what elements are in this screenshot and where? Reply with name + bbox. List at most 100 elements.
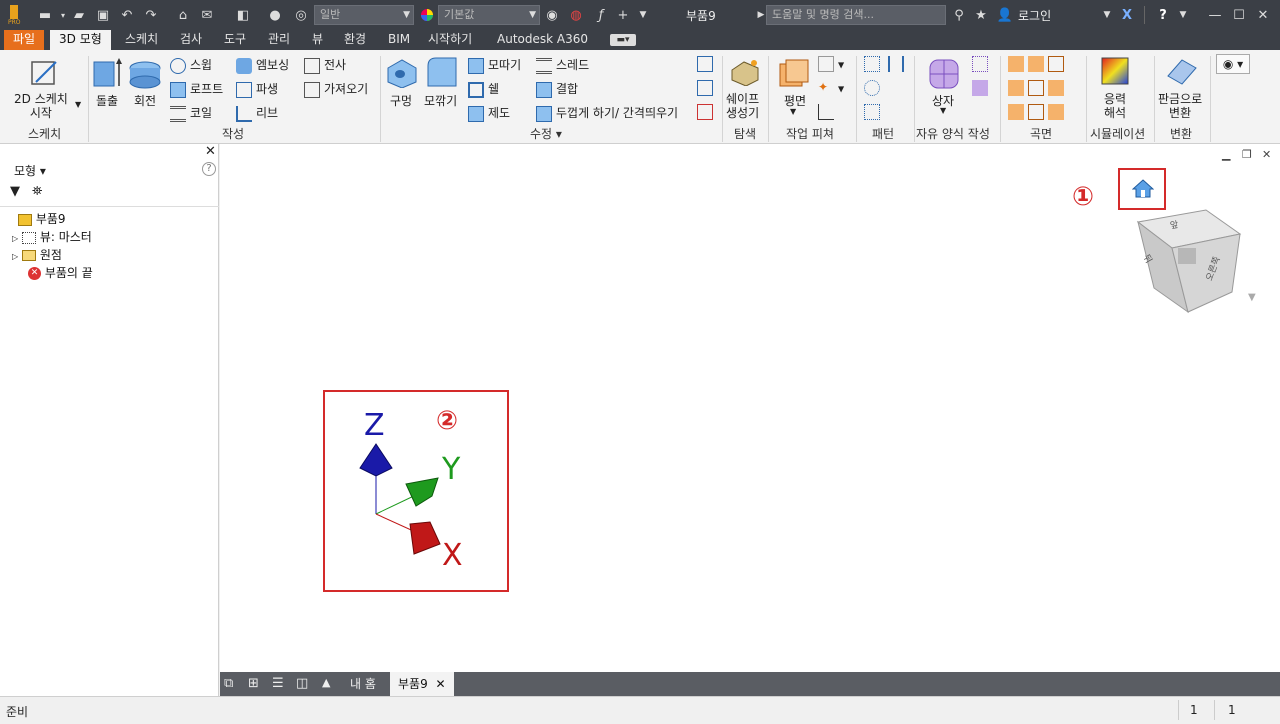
extrude-button[interactable]: 돌출	[96, 92, 118, 109]
circular-pattern-icon[interactable]	[864, 80, 884, 96]
viewport-minimize-icon[interactable]: ▁	[1222, 148, 1230, 161]
tab-get-started[interactable]: 시작하기	[419, 30, 481, 50]
delete-face-icon[interactable]	[697, 104, 717, 120]
update-icon[interactable]: ✉	[198, 6, 216, 24]
sketch-pattern-icon[interactable]	[864, 104, 884, 120]
binoculars-icon[interactable]: ⚲	[950, 6, 968, 24]
cascade-windows-icon[interactable]: ⧉	[224, 676, 233, 691]
select-icon[interactable]: ◧	[234, 6, 252, 24]
exchange-apps-icon[interactable]: X	[1118, 6, 1136, 24]
tab-inspect[interactable]: 검사	[171, 30, 211, 50]
tab-sketch[interactable]: 스케치	[116, 30, 167, 50]
tree-item-origin[interactable]: ▷ 원점	[12, 246, 62, 263]
mirror-icon[interactable]	[888, 56, 908, 72]
draft-button[interactable]: 제도	[468, 104, 510, 122]
maximize-icon[interactable]: ☐	[1230, 6, 1248, 24]
thicken-offset-button[interactable]: 두껍게 하기/ 간격띄우기	[536, 104, 678, 122]
loft-button[interactable]: 로프트	[170, 80, 223, 98]
panel-toggle-icon[interactable]: ▬▾	[610, 34, 636, 46]
appearance-override-icon[interactable]: ◉	[543, 6, 561, 24]
rib-button[interactable]: 리브	[236, 104, 278, 122]
coil-button[interactable]: 코일	[170, 104, 212, 122]
sweep-button[interactable]: 스윕	[170, 56, 212, 74]
tab-my-home[interactable]: 내 홈	[342, 672, 384, 696]
color-tool-icon[interactable]: ●	[266, 6, 284, 24]
emboss-button[interactable]: 엠보싱	[236, 56, 289, 74]
decal-button[interactable]: 전사	[304, 56, 346, 74]
home-icon[interactable]: ⌂	[174, 6, 192, 24]
login-label[interactable]: 로그인	[1018, 7, 1051, 24]
viewport-restore-icon[interactable]: ❐	[1242, 148, 1252, 161]
save-icon[interactable]: ▣	[94, 6, 112, 24]
style-combo[interactable]: 일반 ▼	[314, 5, 414, 25]
tree-item-part[interactable]: 부품9	[18, 210, 66, 227]
favorite-star-icon[interactable]: ★	[972, 6, 990, 24]
viewport-close-icon[interactable]: ✕	[1262, 148, 1271, 161]
plane-dropdown-icon[interactable]: ▼	[790, 107, 796, 116]
tile-windows-icon[interactable]: ⊞	[248, 676, 259, 691]
expand-icon[interactable]: ▷	[12, 234, 18, 243]
convert-freeform-icon[interactable]	[972, 80, 992, 96]
customize-dropdown-icon[interactable]: ▼	[634, 6, 652, 24]
edit-form-icon[interactable]	[972, 56, 992, 72]
box-dropdown-icon[interactable]: ▼	[940, 106, 946, 115]
fillet-button[interactable]: 모깎기	[424, 92, 457, 109]
appearance-icon[interactable]: ◎	[292, 6, 310, 24]
inventor-pro-icon[interactable]: PRO	[6, 5, 22, 25]
tab-close-icon[interactable]: ✕	[436, 677, 446, 691]
shell-button[interactable]: 쉘	[468, 80, 499, 98]
redo-icon[interactable]: ↷	[142, 6, 160, 24]
help-icon[interactable]: ?	[1154, 6, 1172, 24]
tab-view[interactable]: 뷰	[303, 30, 332, 50]
help-search-input[interactable]: 도움말 및 명령 검색...	[766, 5, 946, 25]
fx-icon[interactable]: ƒ	[592, 6, 610, 24]
import-button[interactable]: 가져오기	[304, 80, 368, 98]
surface-icons-row3[interactable]	[1008, 104, 1068, 120]
viewcube[interactable]: 앞 오른쪽 뒤	[1136, 208, 1242, 317]
tree-item-view-master[interactable]: ▷ 뷰: 마스터	[12, 228, 92, 245]
tab-3d-model[interactable]: 3D 모형	[50, 30, 111, 50]
material-combo[interactable]: 기본값 ▼	[438, 5, 540, 25]
tab-environments[interactable]: 환경	[335, 30, 375, 50]
login-dropdown-icon[interactable]: ▼	[1098, 6, 1116, 24]
tab-tools[interactable]: 도구	[215, 30, 255, 50]
browser-help-icon[interactable]: ?	[202, 162, 216, 176]
shape-generator-button[interactable]: 쉐이프 생성기	[726, 92, 759, 120]
tab-file[interactable]: 파일	[4, 30, 45, 50]
start-2d-sketch-button[interactable]: 2D 스케치 시작	[14, 92, 68, 120]
tab-manage[interactable]: 관리	[259, 30, 299, 50]
surface-icons-row2[interactable]	[1008, 80, 1068, 96]
tab-a360[interactable]: Autodesk A360	[488, 30, 597, 50]
tab-part9[interactable]: 부품9 ✕	[390, 672, 454, 696]
hole-button[interactable]: 구멍	[390, 92, 412, 109]
revolve-button[interactable]: 회전	[134, 92, 156, 109]
sketch-dropdown-icon[interactable]: ▼	[75, 100, 81, 109]
rectangular-pattern-icon[interactable]	[864, 56, 884, 72]
convert-to-sheet-metal-button[interactable]: 판금으로 변환	[1158, 92, 1202, 120]
plus-icon[interactable]: +	[614, 6, 632, 24]
filter-icon[interactable]: ▼	[10, 184, 20, 199]
thread-button[interactable]: 스레드	[536, 56, 589, 74]
new-file-icon[interactable]: ▬	[36, 6, 54, 24]
work-axis-icon[interactable]: ▼	[818, 56, 844, 72]
tab-bim[interactable]: BIM	[379, 30, 419, 50]
tree-item-end-of-part[interactable]: ✕ 부품의 끝	[28, 264, 93, 281]
close-icon[interactable]: ✕	[1254, 6, 1272, 24]
find-binoculars-icon[interactable]: ⛯	[32, 184, 42, 199]
split-icon[interactable]	[697, 56, 717, 72]
color-wheel-icon[interactable]	[418, 6, 436, 24]
minimize-icon[interactable]: —	[1206, 6, 1224, 24]
undo-icon[interactable]: ↶	[118, 6, 136, 24]
tabs-up-icon[interactable]: ▲	[322, 676, 330, 689]
help-dropdown-icon[interactable]: ▼	[1174, 6, 1192, 24]
derive-button[interactable]: 파생	[236, 80, 278, 98]
browser-close-icon[interactable]: ✕	[205, 144, 216, 159]
work-point-icon[interactable]: ✦ ▼	[818, 80, 844, 96]
combine-button[interactable]: 결합	[536, 80, 578, 98]
tile-horizontal-icon[interactable]: ☰	[272, 676, 284, 691]
copy-object-icon[interactable]	[697, 80, 717, 96]
ucs-icon[interactable]	[818, 104, 838, 120]
tile-vertical-icon[interactable]: ◫	[296, 676, 308, 691]
surface-icons-row1[interactable]	[1008, 56, 1068, 72]
ribbon-options-icon[interactable]: ◉ ▾	[1216, 54, 1250, 74]
